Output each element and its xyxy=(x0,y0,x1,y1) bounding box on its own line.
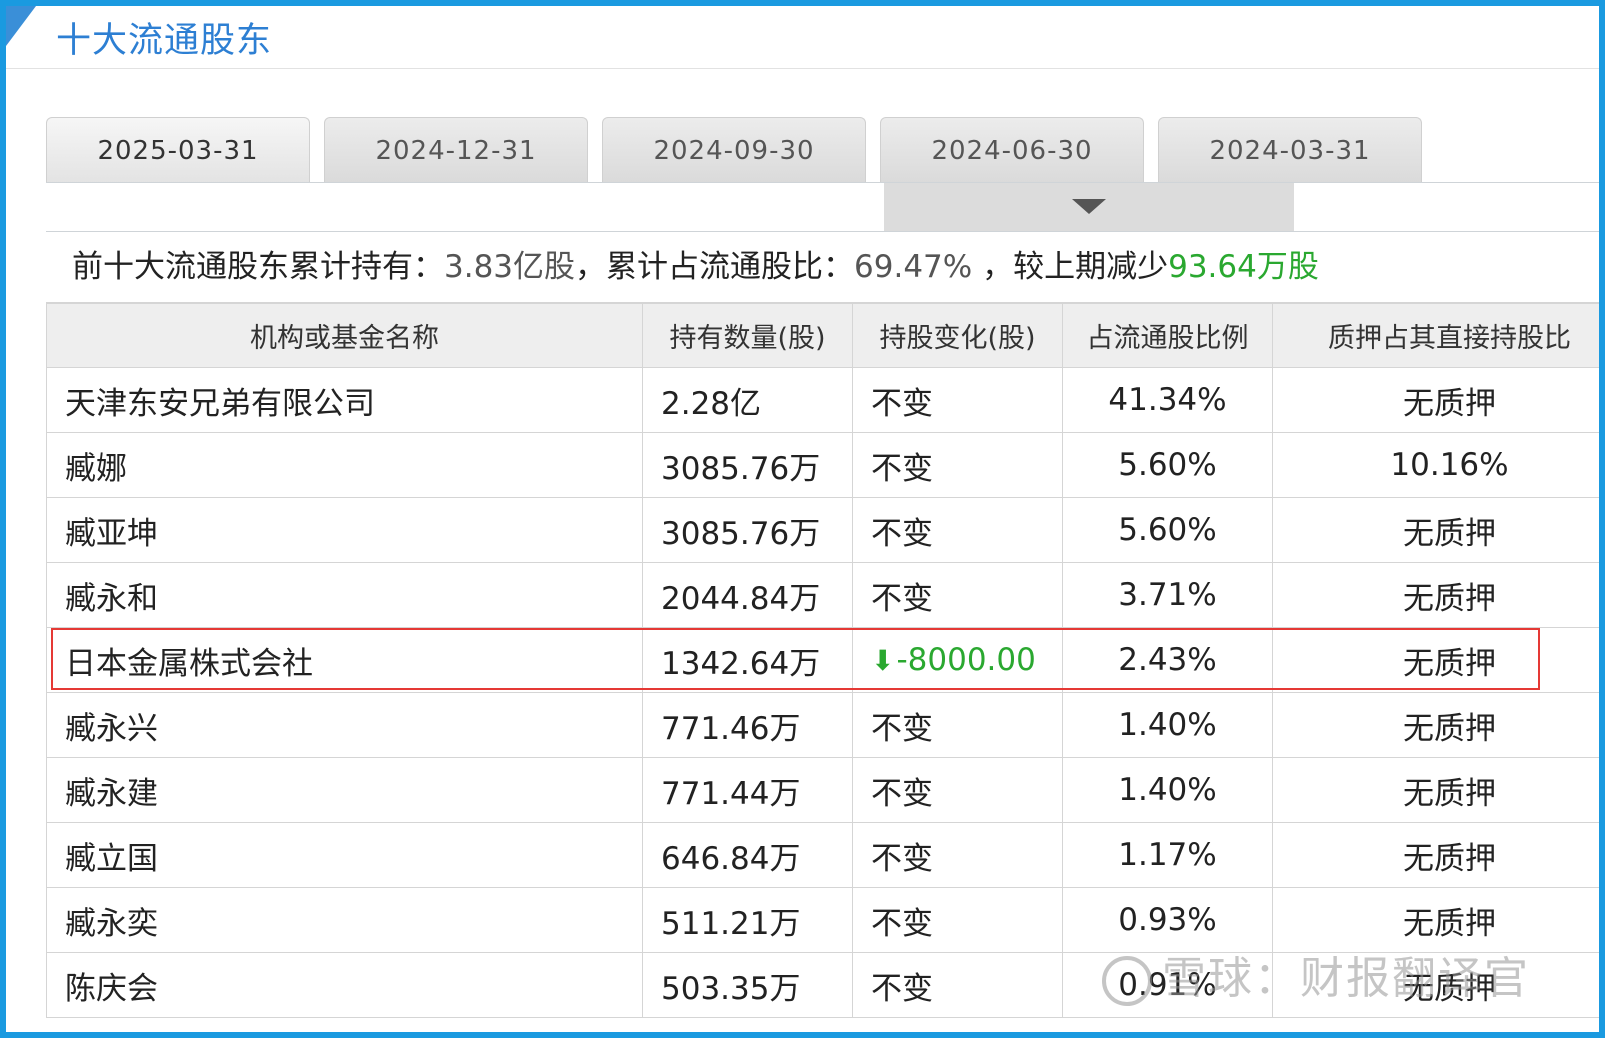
summary-total-shares: 3.83亿股 xyxy=(444,249,576,285)
shareholders-table: 机构或基金名称 持有数量(股) 持股变化(股) 占流通股比例 质押占其直接持股比… xyxy=(46,303,1599,1018)
section-title: 十大流通股东 xyxy=(56,21,273,61)
float-ratio-cell: 3.71% xyxy=(1062,562,1273,628)
holding-change-cell: 不变 xyxy=(852,757,1063,823)
holding-qty-cell: 3085.76万 xyxy=(642,432,853,498)
arrow-down-icon: ⬇ xyxy=(871,644,895,677)
holder-name-cell: 臧永建 xyxy=(46,757,643,823)
table-body: 天津东安兄弟有限公司 2.28亿 不变 41.34% 无质押 臧娜 3085.76万 不变 5.… xyxy=(46,367,1599,1018)
pledge-ratio-cell: 无质押 xyxy=(1272,692,1599,758)
holding-qty-cell: 2044.84万 xyxy=(642,562,853,628)
table-row: 臧立国 646.84万 不变 1.17% 无质押 xyxy=(46,822,1599,888)
float-ratio-cell: 41.34% xyxy=(1062,367,1273,433)
summary-change-value: 93.64万股 xyxy=(1168,249,1319,285)
table-row: 臧永和 2044.84万 不变 3.71% 无质押 xyxy=(46,562,1599,628)
summary-mid: ，累计占流通股比： xyxy=(575,249,855,285)
holding-qty-cell: 2.28亿 xyxy=(642,367,853,433)
triangle-down-icon xyxy=(1072,199,1106,214)
holding-qty-cell: 511.21万 xyxy=(642,887,853,953)
holder-name-cell: 臧永兴 xyxy=(46,692,643,758)
float-ratio-cell: 2.43% xyxy=(1062,627,1273,693)
table-row: 日本金属株式会社 1342.64万 ⬇-8000.00 2.43% 无质押 xyxy=(46,627,1599,693)
table-row: 臧永建 771.44万 不变 1.40% 无质押 xyxy=(46,757,1599,823)
float-ratio-cell: 5.60% xyxy=(1062,432,1273,498)
pledge-ratio-cell: 10.16% xyxy=(1272,432,1599,498)
tab-2024-09-30[interactable]: 2024-09-30 xyxy=(602,117,866,183)
snowball-logo-icon xyxy=(1102,956,1152,1006)
holder-name-cell: 臧立国 xyxy=(46,822,643,888)
col-header-change: 持股变化(股) xyxy=(852,303,1063,368)
float-ratio-cell: 1.17% xyxy=(1062,822,1273,888)
holding-qty-cell: 1342.64万 xyxy=(642,627,853,693)
holding-change-cell: 不变 xyxy=(852,887,1063,953)
pledge-ratio-cell: 无质押 xyxy=(1272,822,1599,888)
holder-name-cell: 臧娜 xyxy=(46,432,643,498)
pledge-ratio-cell: 无质押 xyxy=(1272,627,1599,693)
holding-change-value: -8000.00 xyxy=(896,642,1036,678)
float-ratio-cell: 1.40% xyxy=(1062,757,1273,823)
holding-qty-cell: 646.84万 xyxy=(642,822,853,888)
tab-strip xyxy=(46,182,1599,232)
holding-qty-cell: 771.46万 xyxy=(642,692,853,758)
col-header-name: 机构或基金名称 xyxy=(46,303,643,368)
tab-2024-06-30[interactable]: 2024-06-30 xyxy=(880,117,1144,183)
holding-change-cell: 不变 xyxy=(852,562,1063,628)
holder-name-cell: 陈庆会 xyxy=(46,952,643,1018)
float-ratio-cell: 5.60% xyxy=(1062,497,1273,563)
holder-name-cell: 臧永奕 xyxy=(46,887,643,953)
summary-total-pct: 69.47% xyxy=(854,249,973,285)
holding-change-cell: 不变 xyxy=(852,432,1063,498)
pledge-ratio-cell: 无质押 xyxy=(1272,367,1599,433)
pledge-ratio-cell: 无质押 xyxy=(1272,757,1599,823)
holding-change-cell: 不变 xyxy=(852,367,1063,433)
window-frame: 十大流通股东 2025-03-31 2024-12-31 2024-09-30 … xyxy=(0,0,1605,1038)
holder-name-cell: 天津东安兄弟有限公司 xyxy=(46,367,643,433)
summary-change-prefix: ，较上期减少 xyxy=(972,249,1169,285)
tab-2024-03-31[interactable]: 2024-03-31 xyxy=(1158,117,1422,183)
table-row: 臧亚坤 3085.76万 不变 5.60% 无质押 xyxy=(46,497,1599,563)
expand-tabs-button[interactable] xyxy=(884,183,1294,231)
summary-prefix: 前十大流通股东累计持有： xyxy=(72,249,444,285)
holding-change-cell: ⬇-8000.00 xyxy=(852,627,1063,693)
col-header-qty: 持有数量(股) xyxy=(642,303,853,368)
tab-2025-03-31[interactable]: 2025-03-31 xyxy=(46,117,310,183)
tab-2024-12-31[interactable]: 2024-12-31 xyxy=(324,117,588,183)
col-header-pct: 占流通股比例 xyxy=(1062,303,1273,368)
watermark-text: 雪球：财报翻译官 xyxy=(1162,953,1530,1004)
holding-change-cell: 不变 xyxy=(852,952,1063,1018)
table-header-row: 机构或基金名称 持有数量(股) 持股变化(股) 占流通股比例 质押占其直接持股比 xyxy=(46,303,1599,368)
float-ratio-cell: 1.40% xyxy=(1062,692,1273,758)
watermark: 雪球：财报翻译官 xyxy=(1102,942,1530,1006)
table-row: 天津东安兄弟有限公司 2.28亿 不变 41.34% 无质押 xyxy=(46,367,1599,433)
holding-qty-cell: 3085.76万 xyxy=(642,497,853,563)
holding-change-cell: 不变 xyxy=(852,497,1063,563)
pledge-ratio-cell: 无质押 xyxy=(1272,497,1599,563)
holding-change-cell: 不变 xyxy=(852,692,1063,758)
holder-name-cell: 日本金属株式会社 xyxy=(46,627,643,693)
holding-qty-cell: 503.35万 xyxy=(642,952,853,1018)
holding-qty-cell: 771.44万 xyxy=(642,757,853,823)
table-row: 臧娜 3085.76万 不变 5.60% 10.16% xyxy=(46,432,1599,498)
table-row: 臧永兴 771.46万 不变 1.40% 无质押 xyxy=(46,692,1599,758)
pledge-ratio-cell: 无质押 xyxy=(1272,562,1599,628)
holding-change-cell: 不变 xyxy=(852,822,1063,888)
holder-name-cell: 臧亚坤 xyxy=(46,497,643,563)
col-header-pledge: 质押占其直接持股比 xyxy=(1272,303,1599,368)
holder-name-cell: 臧永和 xyxy=(46,562,643,628)
section-header: 十大流通股东 xyxy=(6,6,1599,69)
holdings-summary: 前十大流通股东累计持有：3.83亿股，累计占流通股比：69.47% ，较上期减少… xyxy=(46,231,1599,303)
